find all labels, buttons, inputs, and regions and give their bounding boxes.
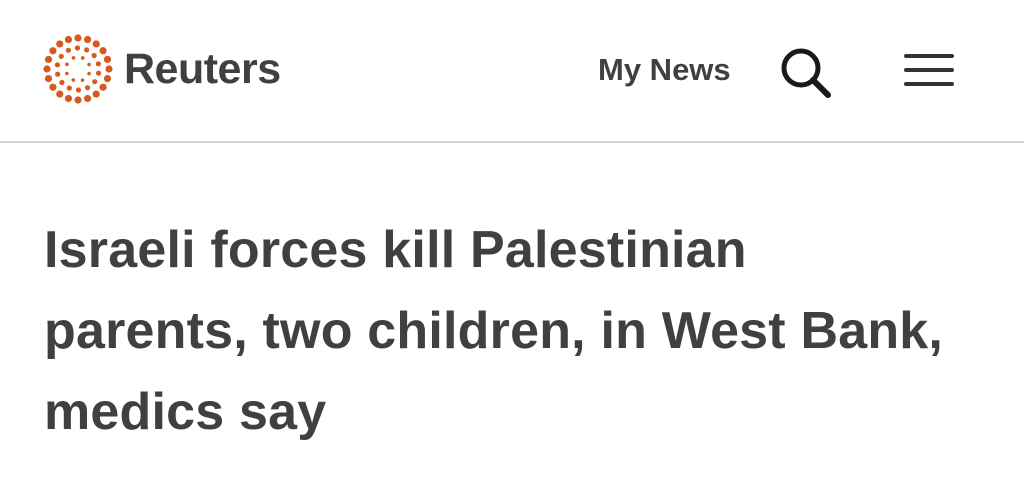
logo-dot [54,62,61,68]
logo-dot [103,74,112,83]
logo-dot [49,47,57,55]
logo-dot [64,35,73,44]
logo-dot [65,71,69,76]
logo-dot [44,74,53,83]
logo-dot [64,94,73,103]
logo-dot [84,85,91,91]
site-header: Reuters My News [0,0,1024,143]
logo-dot [56,40,64,48]
logo-dot [103,55,112,64]
logo-dot [65,47,72,53]
logo-dot [74,96,82,104]
logo-dot [80,78,85,82]
reuters-logo-link[interactable]: Reuters [42,33,281,105]
logo-dot [87,62,91,67]
logo-dot [99,83,107,91]
logo-dot [55,71,61,77]
search-button[interactable] [776,44,836,100]
logo-dot [71,56,76,60]
logo-dot [83,35,92,44]
logo-dot [74,45,81,51]
logo-dot [92,79,98,85]
logo-dot [59,79,65,86]
logo-dot [95,61,101,67]
logo-dot [105,65,113,73]
logo-dot [58,53,64,59]
logo-dot [92,90,100,98]
logo-dot [43,65,51,73]
logo-dot [80,56,85,60]
logo-dot [92,40,100,48]
search-icon [781,48,831,98]
logo-dot [49,83,57,91]
logo-dot [87,71,91,76]
brand-name: Reuters [124,44,281,93]
logo-dot [56,90,64,98]
logo-dot [75,87,82,93]
logo-dot [74,34,82,42]
logo-dot [44,55,53,64]
logo-dot [84,47,90,53]
logo-dot [95,70,102,76]
logo-dot [65,62,69,67]
logo-dot [83,94,92,103]
article-headline: Israeli forces kill Palestinian parents,… [44,221,944,441]
logo-dot [71,78,76,82]
logo-dot [91,52,97,59]
logo-dot [66,85,72,91]
menu-button[interactable] [902,50,956,90]
my-news-link[interactable]: My News [598,50,731,90]
reuters-logo-icon [43,34,113,104]
hamburger-menu-icon [904,54,954,86]
logo-dot [99,47,107,55]
